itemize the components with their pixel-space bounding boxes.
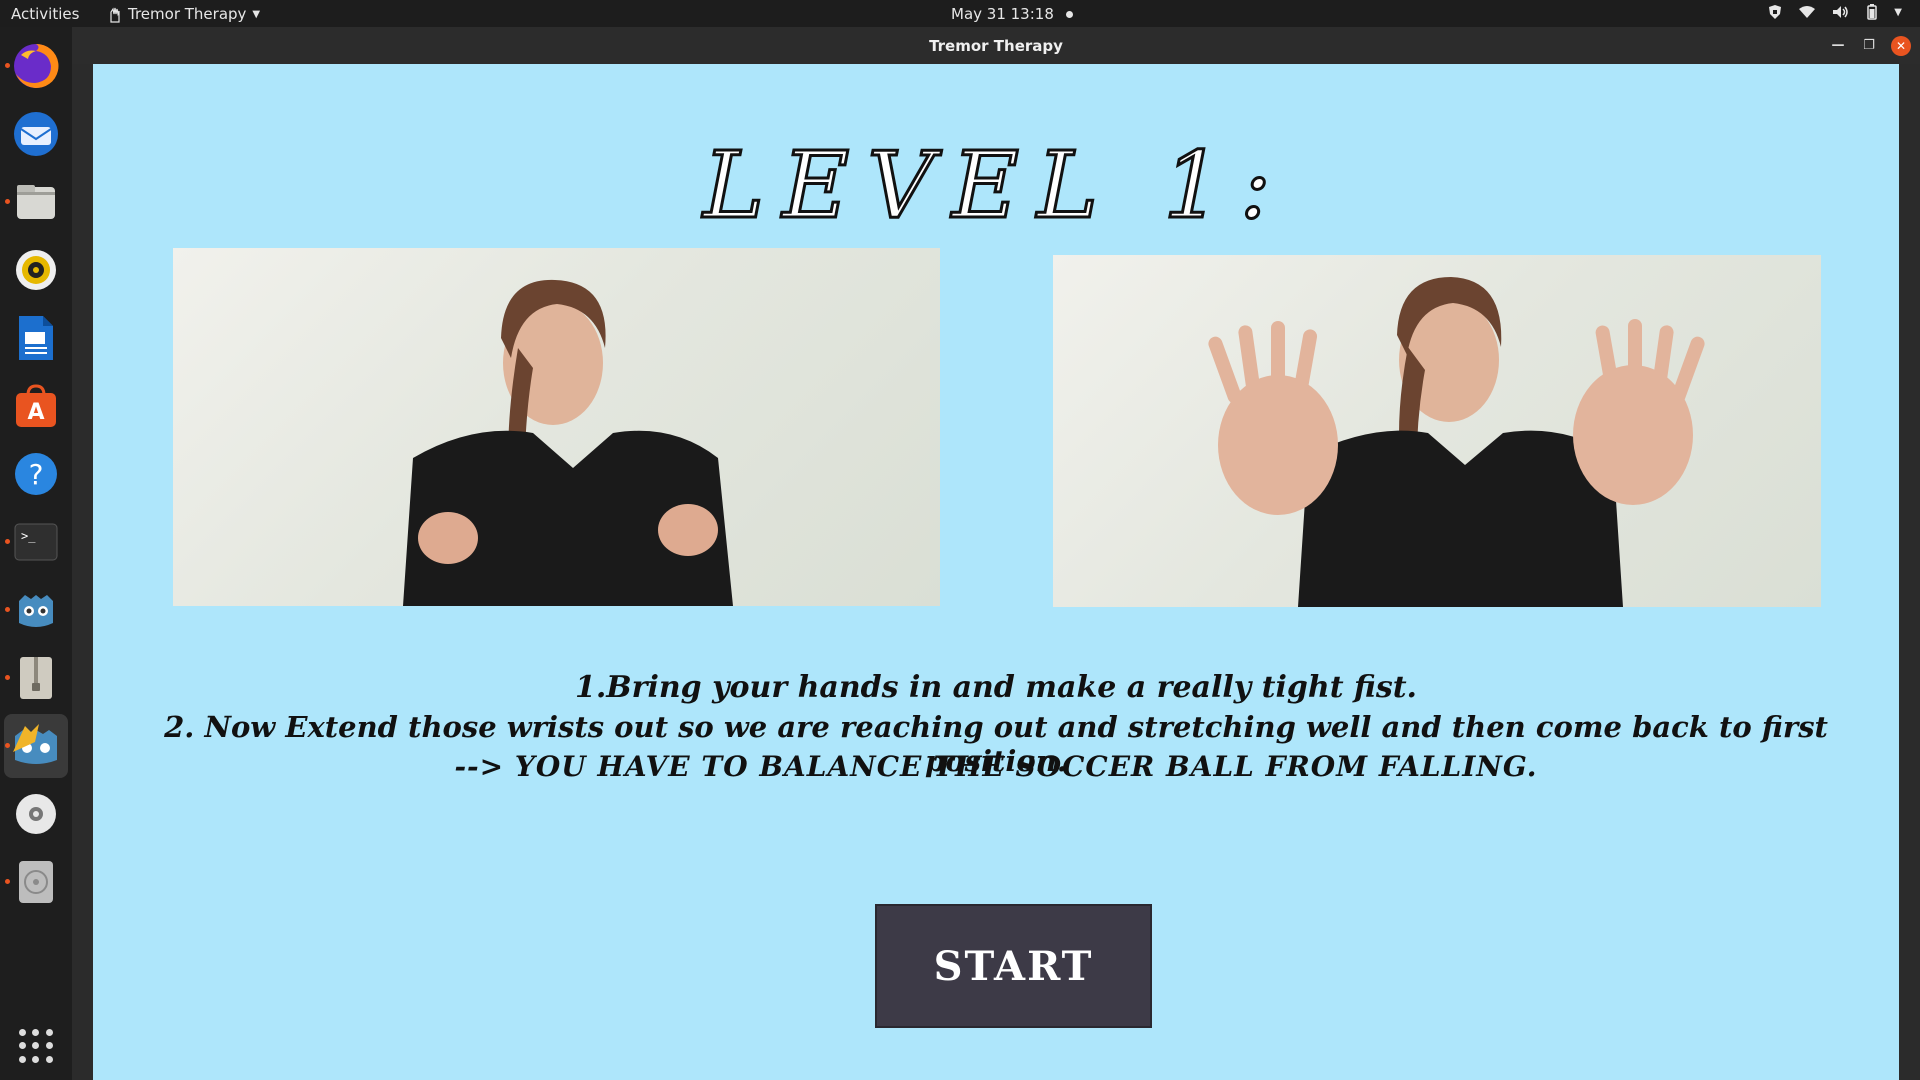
running-indicator: [5, 675, 10, 680]
dock-item-dvd[interactable]: [4, 782, 68, 846]
archive-icon: [20, 657, 52, 699]
clock-text: May 31 13:18: [951, 5, 1054, 23]
thunderbird-icon: [14, 112, 58, 156]
title-bar[interactable]: Tremor Therapy — ❐ ✕: [72, 27, 1920, 64]
shield-icon: [1769, 5, 1782, 19]
app-menu[interactable]: Tremor Therapy ▼: [108, 5, 260, 23]
level-title: LEVEL 1:: [702, 131, 1289, 241]
wifi-icon: [1799, 6, 1816, 18]
chevron-down-icon: ▼: [1894, 6, 1902, 18]
godot-icon: [19, 595, 53, 627]
restore-icon[interactable]: ❐: [1859, 36, 1879, 56]
dock: A ? >_: [0, 27, 72, 1080]
game-canvas: LEVEL 1: 1.Bring your hands in and make …: [93, 64, 1899, 1080]
dock-item-writer[interactable]: [4, 306, 68, 370]
svg-text:?: ?: [29, 458, 44, 491]
dock-item-terminal[interactable]: >_: [4, 510, 68, 574]
running-indicator: [5, 743, 10, 748]
document-icon: [19, 316, 53, 360]
dock-item-help[interactable]: ?: [4, 442, 68, 506]
app-window: Tremor Therapy — ❐ ✕ LEVEL 1: 1.Bring yo…: [72, 27, 1920, 1080]
clock[interactable]: May 31 13:18: [951, 5, 1073, 23]
close-icon[interactable]: ✕: [1891, 36, 1911, 56]
start-button[interactable]: START: [875, 904, 1152, 1028]
dock-item-tremor-therapy[interactable]: [4, 714, 68, 778]
battery-icon: [1867, 4, 1878, 20]
dock-item-disk[interactable]: [4, 850, 68, 914]
firefox-icon: [14, 43, 59, 88]
running-indicator: [5, 879, 10, 884]
activities-button[interactable]: Activities: [11, 5, 79, 23]
svg-text:>_: >_: [21, 529, 36, 543]
dock-item-archive[interactable]: [4, 646, 68, 710]
files-icon: [17, 185, 55, 219]
instruction-line-3: --> YOU HAVE TO BALANCE THE SOCCER BALL …: [454, 750, 1538, 783]
volume-icon: [1833, 6, 1849, 18]
running-indicator: [5, 539, 10, 544]
system-tray[interactable]: ▼: [1768, 4, 1902, 20]
dock-item-thunderbird[interactable]: [4, 102, 68, 166]
instruction-line-1: 1.Bring your hands in and make a really …: [574, 670, 1418, 705]
store-icon: A: [16, 384, 56, 427]
show-applications-grid-icon[interactable]: [16, 1026, 56, 1066]
running-indicator: [5, 63, 10, 68]
notification-dot-icon: [1065, 11, 1073, 18]
running-indicator: [5, 607, 10, 612]
tremor-therapy-icon: [13, 724, 57, 764]
terminal-icon: >_: [14, 523, 58, 561]
minimize-icon[interactable]: —: [1828, 36, 1848, 56]
disk-icon: [19, 861, 53, 903]
window-title: Tremor Therapy: [929, 37, 1063, 55]
app-menu-icon: [110, 6, 120, 23]
exercise-image-fist: [173, 248, 940, 606]
help-icon: ?: [15, 453, 57, 495]
top-bar: Activities Tremor Therapy ▼ May 31 13:18…: [0, 0, 1920, 27]
rhythmbox-icon: [16, 250, 56, 290]
dock-item-rhythmbox[interactable]: [4, 238, 68, 302]
disc-icon: [16, 794, 56, 834]
svg-text:A: A: [27, 400, 44, 425]
dock-item-godot[interactable]: [4, 578, 68, 642]
app-menu-label: Tremor Therapy: [128, 5, 247, 23]
chevron-down-icon: ▼: [252, 8, 261, 20]
exercise-image-stretch: [1053, 255, 1821, 607]
running-indicator: [5, 199, 10, 204]
dock-item-files[interactable]: [4, 170, 68, 234]
dock-item-app-center[interactable]: A: [4, 374, 68, 438]
dock-item-firefox[interactable]: [4, 34, 68, 98]
